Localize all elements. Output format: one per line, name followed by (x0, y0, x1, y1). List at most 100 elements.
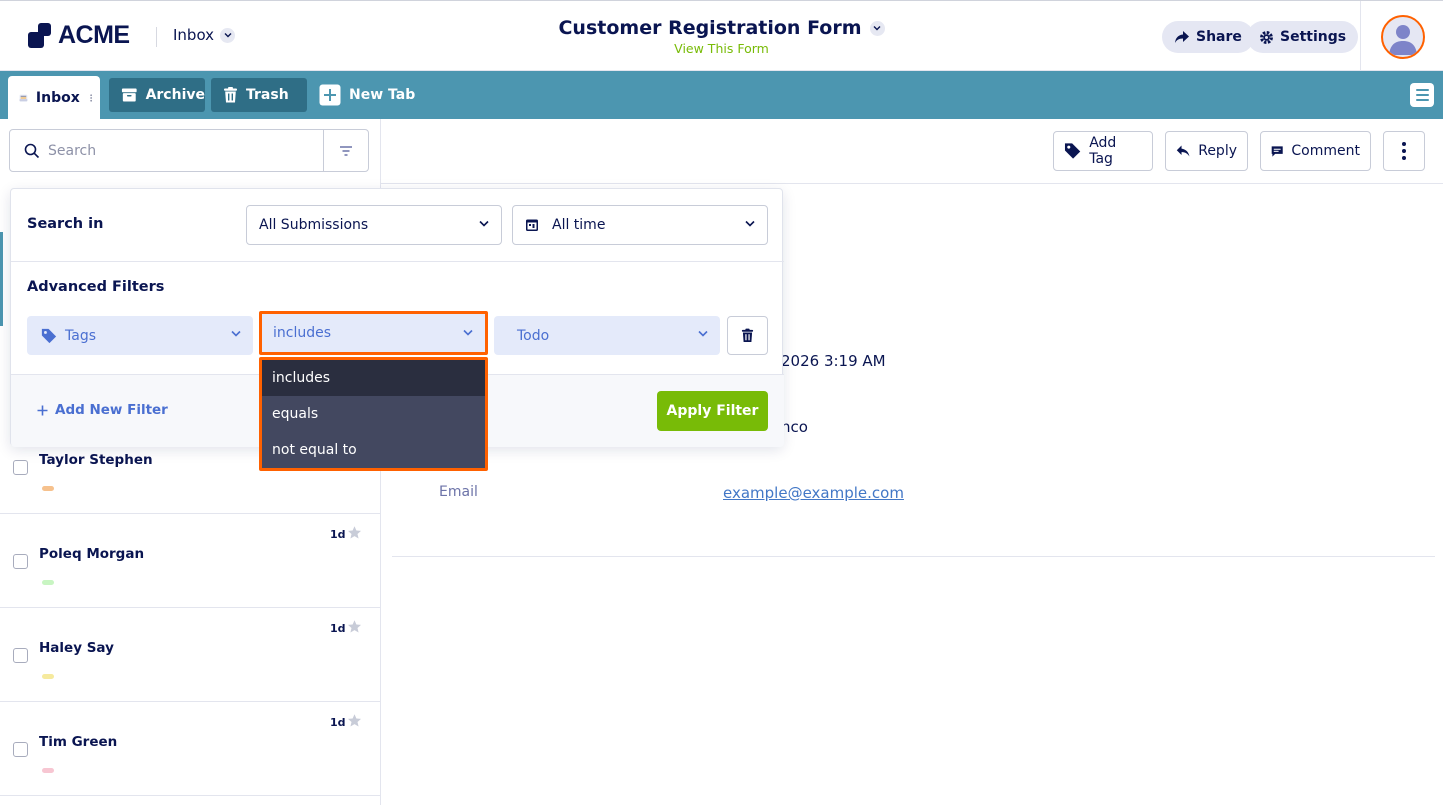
tag-icon (1064, 143, 1081, 159)
toolbar-divider (381, 183, 1443, 184)
row-checkbox[interactable] (13, 648, 28, 663)
reply-icon (1176, 145, 1190, 157)
email-label: Email (439, 484, 478, 500)
calendar-icon (526, 219, 538, 231)
form-title-text: Customer Registration Form (558, 17, 862, 39)
list-item[interactable]: 1d Haley Say (0, 608, 380, 702)
search-box (9, 129, 369, 172)
chevron-down-icon (869, 20, 885, 36)
settings-button[interactable]: Settings (1247, 21, 1359, 53)
filter-value-select[interactable]: Todo (494, 316, 720, 355)
age-label: 1d (330, 716, 346, 729)
user-icon (1389, 25, 1417, 55)
search-in-row: Search in All Submissions All time (11, 189, 784, 262)
operator-dropdown-menu: includes equals not equal to (259, 357, 488, 471)
apply-filter-label: Apply Filter (666, 403, 759, 419)
chevron-down-icon (745, 220, 755, 227)
list-item[interactable]: 1d Poleq Morgan (0, 514, 380, 608)
scope-select-value: All Submissions (259, 217, 369, 233)
inbox-tray-icon (19, 94, 28, 101)
time-range-value: All time (552, 217, 606, 233)
drag-handle-icon[interactable] (89, 90, 92, 106)
tag-chip (42, 580, 54, 585)
list-item[interactable]: 1d Tim Green (0, 702, 380, 796)
form-title[interactable]: Customer Registration Form (558, 17, 885, 39)
header-divider (1360, 1, 1361, 72)
share-button[interactable]: Share (1162, 21, 1254, 53)
tab-trash[interactable]: Trash (211, 78, 307, 112)
tab-inbox-label: Inbox (35, 89, 80, 106)
chevron-down-icon (698, 330, 708, 337)
new-tab-label: New Tab (349, 87, 416, 103)
plus-icon (319, 84, 341, 106)
tab-bar: Inbox Archive Trash New Tab (0, 71, 1443, 119)
top-header: ACME Inbox Customer Registration Form Vi… (0, 0, 1443, 72)
scope-select[interactable]: All Submissions (246, 205, 502, 245)
comment-icon (1271, 145, 1283, 157)
search-input[interactable] (48, 140, 318, 162)
share-icon (1175, 31, 1189, 43)
age-label: 1d (330, 622, 346, 635)
age-label: 1d (330, 528, 346, 541)
filter-operator-value: includes (273, 325, 332, 341)
chevron-down-icon (463, 329, 473, 336)
advanced-filters-label: Advanced Filters (27, 279, 165, 295)
settings-label: Settings (1280, 29, 1347, 45)
operator-option-equals[interactable]: equals (262, 396, 485, 432)
reply-button[interactable]: Reply (1165, 131, 1248, 171)
filter-value-value: Todo (517, 327, 550, 344)
submitter-name: Poleq Morgan (39, 546, 145, 562)
tag-icon (41, 328, 57, 343)
hamburger-menu-icon[interactable] (1410, 83, 1434, 107)
share-label: Share (1196, 29, 1242, 45)
plus-icon (37, 405, 48, 415)
gear-icon (1260, 30, 1273, 44)
detail-divider (392, 556, 1435, 557)
search-in-label: Search in (27, 216, 104, 232)
trash-icon (224, 87, 237, 103)
add-tag-label: Add Tag (1089, 135, 1117, 167)
filter-toggle-button[interactable] (323, 130, 368, 171)
row-checkbox[interactable] (13, 460, 28, 475)
tab-archive-label: Archive (145, 87, 205, 103)
trash-icon (741, 328, 754, 342)
filter-icon (340, 145, 352, 156)
reply-label: Reply (1198, 143, 1237, 159)
selected-row-accent (0, 232, 3, 326)
operator-option-includes[interactable]: includes (262, 360, 485, 396)
star-icon[interactable] (347, 619, 362, 634)
filter-operator-select[interactable]: includes (259, 311, 488, 355)
archive-icon (121, 88, 137, 102)
tab-inbox[interactable]: Inbox (8, 76, 100, 119)
operator-option-not-equal-to[interactable]: not equal to (262, 432, 485, 468)
more-options-button[interactable] (1383, 131, 1425, 171)
submission-date-value: 2026 3:19 AM (781, 352, 886, 370)
tag-chip (42, 768, 54, 773)
chevron-down-icon (479, 220, 489, 227)
tab-archive[interactable]: Archive (109, 78, 205, 112)
filter-field-select[interactable]: Tags (27, 316, 253, 355)
star-icon[interactable] (347, 713, 362, 728)
add-new-filter-label: Add New Filter (55, 402, 168, 418)
add-new-filter-button[interactable]: Add New Filter (37, 402, 168, 418)
chevron-down-icon (231, 330, 241, 337)
new-tab-button[interactable]: New Tab (307, 78, 417, 112)
tag-chip (42, 674, 54, 679)
city-value: nco (781, 418, 808, 436)
row-checkbox[interactable] (13, 742, 28, 757)
tag-chip (42, 486, 54, 491)
submitter-name: Haley Say (39, 640, 114, 656)
comment-button[interactable]: Comment (1260, 131, 1371, 171)
submitter-name: Taylor Stephen (39, 452, 153, 468)
delete-filter-button[interactable] (727, 316, 768, 355)
apply-filter-button[interactable]: Apply Filter (657, 391, 768, 431)
star-icon[interactable] (347, 525, 362, 540)
row-checkbox[interactable] (13, 554, 28, 569)
filter-field-value: Tags (65, 327, 96, 344)
avatar[interactable] (1381, 15, 1425, 59)
time-range-select[interactable]: All time (512, 205, 768, 245)
submitter-name: Tim Green (39, 734, 118, 750)
add-tag-button[interactable]: Add Tag (1053, 131, 1153, 171)
tab-trash-label: Trash (246, 87, 289, 103)
email-link[interactable]: example@example.com (723, 484, 904, 502)
